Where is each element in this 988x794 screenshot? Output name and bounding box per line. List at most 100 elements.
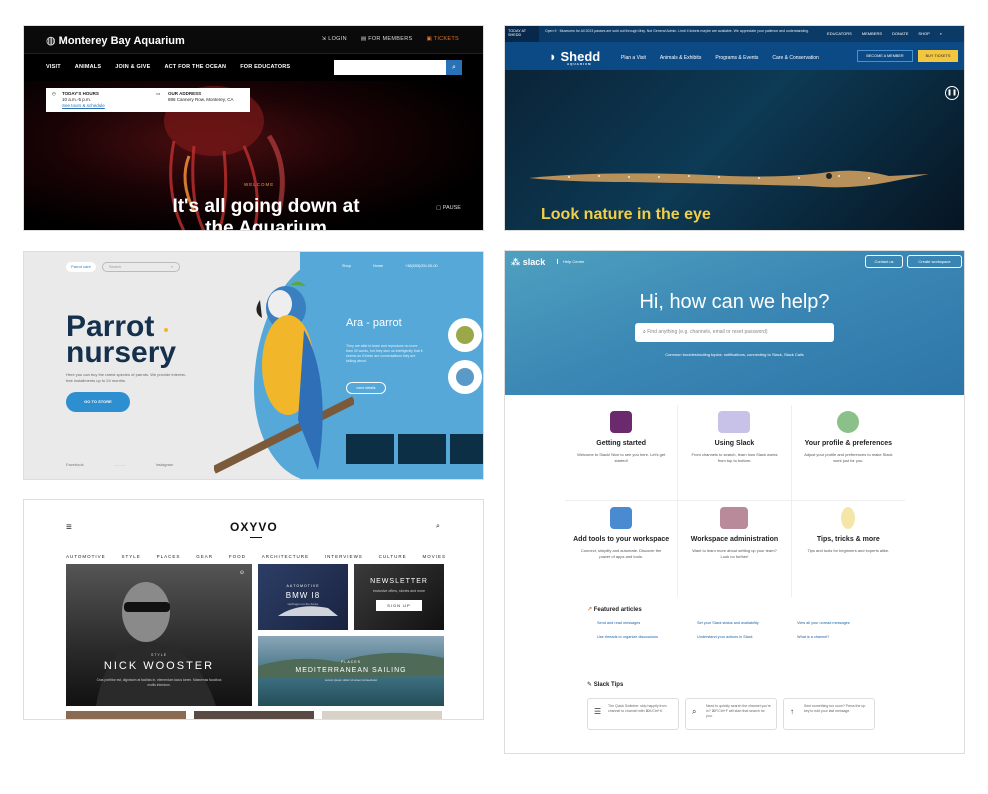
help-centre-label[interactable]: Help Centre <box>557 259 584 264</box>
shedd-logo[interactable]: ◗ Shedd AQUARIUM <box>549 49 600 66</box>
thumb-video-2[interactable] <box>398 434 446 464</box>
more-details-button[interactable]: more details <box>346 382 386 394</box>
nav-style[interactable]: STYLE <box>122 554 141 559</box>
main-nav: ◗ Shedd AQUARIUM Plan a Visit Animals & E… <box>505 42 964 70</box>
login-link[interactable]: ⇲ LOGIN <box>321 36 346 42</box>
thumb-video-3[interactable] <box>450 434 483 464</box>
tickets-link[interactable]: ▣ TICKETS <box>426 36 459 42</box>
bmw-card[interactable]: AUTOMOTIVE BMW I8 Hydrogen on the future <box>258 564 348 630</box>
search-input[interactable] <box>334 60 446 75</box>
pause-icon[interactable]: ❚❚ <box>945 86 959 100</box>
brand-logo[interactable]: Parrot care <box>66 262 96 272</box>
settings-icon[interactable]: ⊙ <box>240 570 244 576</box>
card-tips[interactable]: Tips, tricks & more Tips and tools for b… <box>792 501 905 597</box>
nav-visit[interactable]: VISIT <box>46 64 61 70</box>
phone-link[interactable]: +38(000)000-00-00 <box>405 264 438 268</box>
slack-logo[interactable]: ⁂ slack <box>511 257 545 268</box>
admin-icon <box>720 507 749 529</box>
nav-automotive[interactable]: AUTOMOTIVE <box>66 554 106 559</box>
nav-donate[interactable]: DONATE <box>892 31 908 36</box>
next-card-1[interactable] <box>66 711 186 719</box>
buy-tickets-button[interactable]: BUY TICKETS <box>918 50 958 62</box>
oxyvo-panel: ≡ OXYVO ⌕ AUTOMOTIVE STYLE PLACES GEAR F… <box>23 499 484 720</box>
nav-members[interactable]: MEMBERS <box>862 31 882 36</box>
globe-icon: ◍ <box>46 35 59 47</box>
sail-desc: Lorem ipsum dolor sit amet consectetur <box>324 678 378 682</box>
parrot-panel: Parrot care Search ⌕ Shop Home +38(000)00… <box>23 251 484 480</box>
card-profile[interactable]: Your profile & preferences Adjust your p… <box>791 405 905 501</box>
contact-us-button[interactable]: Contact us <box>865 255 903 268</box>
facebook-link[interactable]: Facebook <box>66 462 84 467</box>
pause-button[interactable]: ▢ PAUSE <box>436 205 461 211</box>
feature-card[interactable]: ⊙ STYLE NICK WOOSTER Cras porttitor est,… <box>66 564 252 706</box>
tip-card[interactable]: ⌕ Need to quickly search the channel you'… <box>685 698 777 730</box>
search-button[interactable]: ⌕ <box>446 60 462 75</box>
nav-plan-visit[interactable]: Plan a Visit <box>621 55 646 61</box>
nav-places[interactable]: PLACES <box>157 554 181 559</box>
monterey-panel: ◍ Monterey Bay Aquarium ⇲ LOGIN ▤ FOR ME… <box>23 25 484 231</box>
thumb-video-1[interactable] <box>346 434 394 464</box>
nav-shop[interactable]: SHOP <box>918 31 929 36</box>
feature-desc: Cras porttitor est, dignissim at facilis… <box>96 678 222 687</box>
next-card-2[interactable] <box>194 711 314 719</box>
nav-act-ocean[interactable]: ACT FOR THE OCEAN <box>164 64 226 70</box>
tip-text: Need to quickly search the channel you'r… <box>706 704 771 718</box>
nav-home[interactable]: Home <box>373 264 383 268</box>
nav-culture[interactable]: CULTURE <box>379 554 407 559</box>
bmw-title: BMW I8 <box>285 591 321 600</box>
featured-link[interactable]: Set your Slack status and availability <box>697 621 797 625</box>
search-input[interactable]: Search ⌕ <box>102 262 180 272</box>
site-logo[interactable]: OXYVO <box>230 520 278 534</box>
featured-link[interactable]: Send and read messages <box>597 621 697 625</box>
create-workspace-button[interactable]: Create workspace <box>907 255 962 268</box>
instagram-link[interactable]: Instagram <box>156 462 174 467</box>
card-admin[interactable]: Workspace administration Want to learn m… <box>678 501 792 597</box>
nav-shop[interactable]: Shop <box>342 264 351 268</box>
hero-headline: It's all going down at the Aquarium <box>172 196 360 231</box>
sailing-card[interactable]: PLACES MEDITERRANEAN SAILING Lorem ipsum… <box>258 636 444 706</box>
nav-gear[interactable]: GEAR <box>196 554 213 559</box>
go-to-store-button[interactable]: GO TO STORE <box>66 392 130 412</box>
nav-food[interactable]: FOOD <box>229 554 246 559</box>
nav-animals-exhibits[interactable]: Animals & Exhibits <box>660 55 701 61</box>
sign-up-button[interactable]: SIGN UP <box>376 600 422 611</box>
tip-card[interactable]: ↑ Sent something too soon? Press the up k… <box>783 698 875 730</box>
featured-link[interactable]: Understand your actions in Slack <box>697 635 797 639</box>
divider: ——— <box>113 462 126 467</box>
search-input[interactable]: ⌕ Find anything (e.g. channels, email or… <box>635 323 834 342</box>
hamburger-icon[interactable]: ≡ <box>66 522 72 533</box>
search-icon[interactable]: ⌕ <box>436 523 440 531</box>
nav-interviews[interactable]: INTERVIEWS <box>325 554 363 559</box>
site-logo[interactable]: ◍ Monterey Bay Aquarium <box>46 34 185 47</box>
newsletter-title: NEWSLETTER <box>370 578 428 585</box>
thumb-parrot-1[interactable] <box>448 318 482 352</box>
thumb-parrot-2[interactable] <box>448 360 482 394</box>
featured-link[interactable]: What is a channel? <box>797 635 897 639</box>
search-icon[interactable]: ⌕ <box>940 31 942 36</box>
social-links: Facebook ——— Instagram <box>66 462 173 467</box>
today-at-shedd[interactable]: TODAY AT SHEDD <box>505 26 539 42</box>
featured-link[interactable]: View all your unread messages <box>797 621 897 625</box>
nav-architecture[interactable]: ARCHITECTURE <box>262 554 309 559</box>
tip-card[interactable]: ☰ The Quick Switcher: skip happily from c… <box>587 698 679 730</box>
card-add-tools[interactable]: Add tools to your workspace Connect, sim… <box>565 501 679 597</box>
alert-bar: TODAY AT SHEDD Open 9 · Museums for All … <box>505 26 964 42</box>
become-member-button[interactable]: BECOME A MEMBER <box>857 50 913 62</box>
members-link[interactable]: ▤ FOR MEMBERS <box>361 36 413 42</box>
hero-headline: Look nature in the eye <box>541 206 711 223</box>
featured-link[interactable]: Use threads to organize discussions <box>597 635 697 639</box>
nav-care-conservation[interactable]: Care & Conservation <box>772 55 818 61</box>
nav-programs-events[interactable]: Programs & Events <box>715 55 758 61</box>
card-using-slack[interactable]: Using Slack From channels to search, lea… <box>678 405 792 501</box>
nav-animals[interactable]: ANIMALS <box>75 64 101 70</box>
nav-educators[interactable]: EDUCATORS <box>827 31 852 36</box>
utility-nav: ⇲ LOGIN ▤ FOR MEMBERS ▣ TICKETS <box>321 36 459 42</box>
next-card-3[interactable] <box>322 711 442 719</box>
hours-link[interactable]: See tours & schedule <box>62 103 105 108</box>
nav-educators[interactable]: FOR EDUCATORS <box>240 64 290 70</box>
description: Here you can buy the rarest species of p… <box>66 372 186 383</box>
nav-movies[interactable]: MOVIES <box>422 554 446 559</box>
card-getting-started[interactable]: Getting started Welcome to Slack! Nice t… <box>565 405 679 501</box>
nav-join-give[interactable]: JOIN & GIVE <box>115 64 150 70</box>
search-icon: ⌕ <box>452 64 456 71</box>
